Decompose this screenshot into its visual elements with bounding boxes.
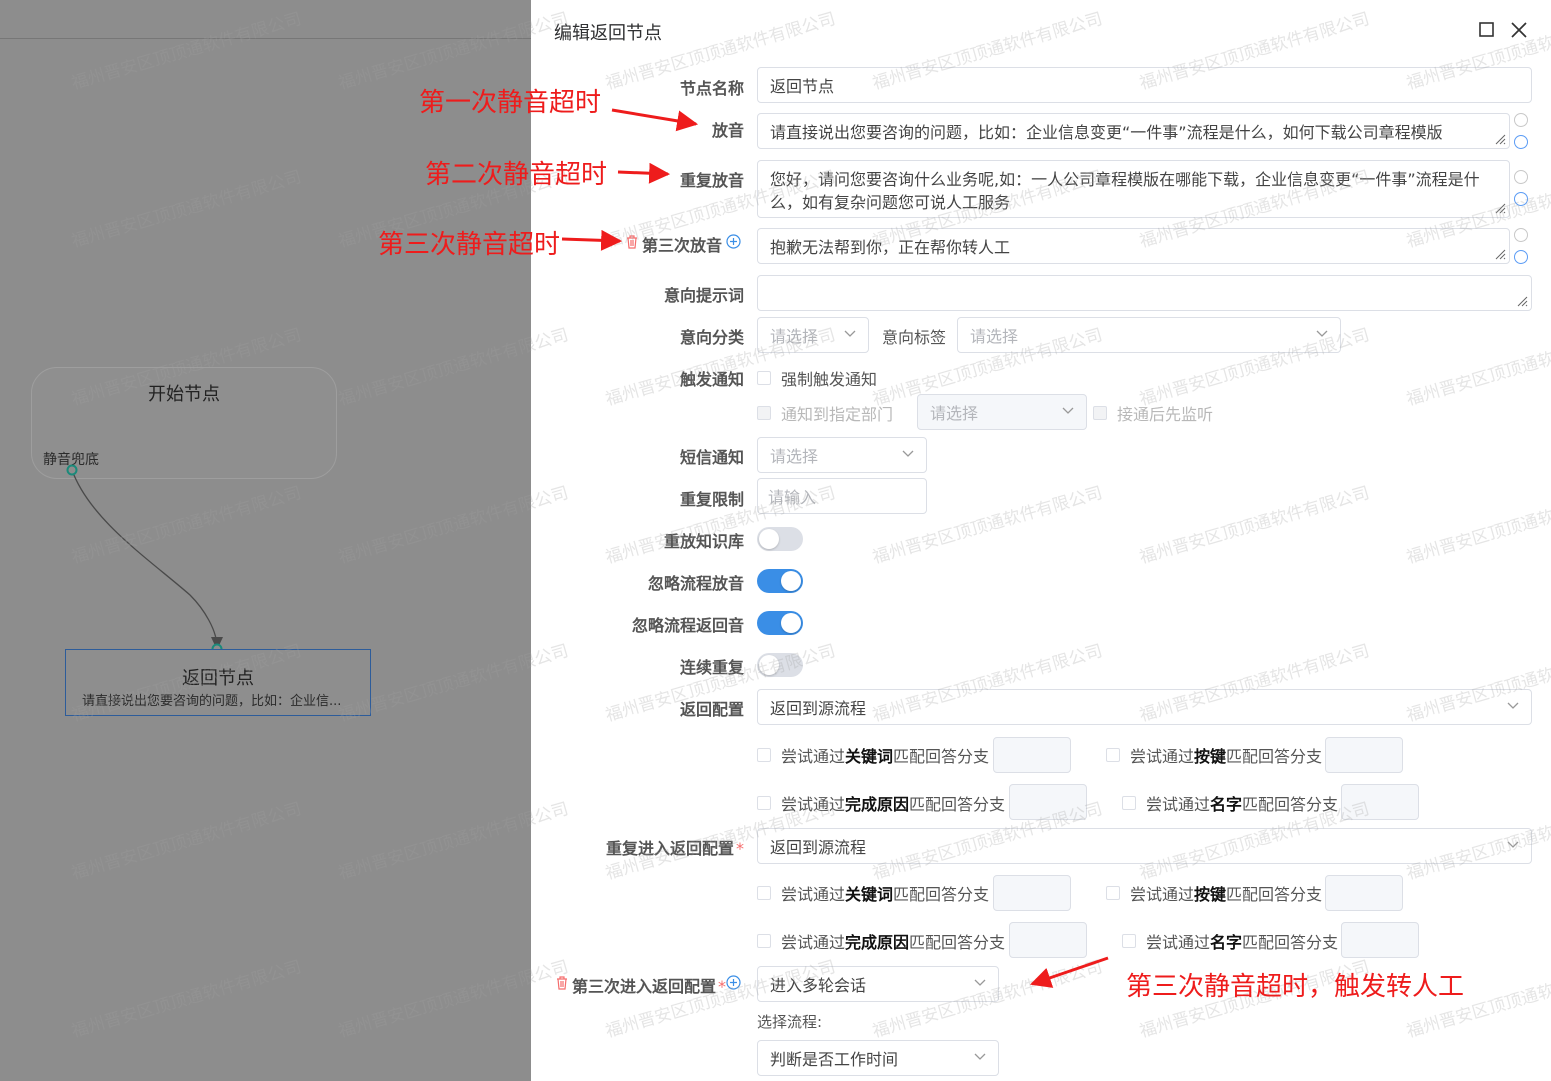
intent-prompt-label: 意向提示词 (663, 286, 744, 305)
play-audio-icon[interactable] (1514, 170, 1528, 184)
add-audio-icon[interactable] (1514, 192, 1528, 206)
delete-icon[interactable] (625, 234, 639, 249)
third-return-config-select[interactable]: 进入多轮会话 (757, 966, 999, 1002)
choose-flow-select[interactable]: 判断是否工作时间 (757, 1040, 999, 1076)
node-name-input[interactable]: 返回节点 (757, 67, 1532, 103)
chevron-down-icon (1316, 330, 1328, 337)
continuous-repeat-switch[interactable] (757, 653, 803, 677)
intent-category-label: 意向分类 (679, 328, 744, 347)
key-branch-input[interactable] (1325, 875, 1403, 911)
annotation-second-timeout: 第二次静音超时 (425, 160, 608, 190)
replay-textarea[interactable]: 您好，请问您要咨询什么业务呢,如：一人公司章程模版在哪能下载，企业信息变更“一件… (757, 160, 1510, 218)
match-name-checkbox[interactable]: 尝试通过 名字 匹配回答分支 (1122, 929, 1338, 953)
ignore-flow-play-label: 忽略流程放音 (647, 574, 744, 593)
play-audio-icon[interactable] (1514, 228, 1528, 242)
ignore-flow-return-label: 忽略流程返回音 (631, 616, 744, 635)
repeat-return-config-select[interactable]: 返回到源流程 (757, 828, 1532, 864)
start-port-handle (66, 464, 78, 476)
delete-icon[interactable] (555, 975, 569, 990)
close-icon[interactable] (1509, 20, 1529, 40)
keyword-branch-input[interactable] (993, 737, 1071, 773)
ignore-flow-play-switch[interactable] (757, 569, 803, 593)
match-reason-checkbox[interactable]: 尝试通过 完成原因 匹配回答分支 (757, 791, 1005, 815)
match-keyword-checkbox[interactable]: 尝试通过 关键词 匹配回答分支 (757, 881, 989, 905)
repeat-limit-label: 重复限制 (679, 490, 744, 509)
dialog-title: 编辑返回节点 (554, 23, 662, 44)
add-audio-icon[interactable] (1514, 135, 1528, 149)
match-name-checkbox[interactable]: 尝试通过 名字 匹配回答分支 (1122, 791, 1338, 815)
notify-dept-checkbox[interactable]: 通知到指定部门 (757, 401, 893, 425)
resize-grip-icon[interactable] (1516, 295, 1528, 307)
resize-grip-icon[interactable] (1494, 202, 1506, 214)
match-keyword-checkbox[interactable]: 尝试通过 关键词 匹配回答分支 (757, 743, 989, 767)
third-return-config-label: 第三次进入返回配置 * (572, 977, 727, 996)
replay-label: 重复放音 (679, 171, 744, 190)
replay-kb-switch[interactable] (757, 527, 803, 551)
third-play-textarea[interactable]: 抱歉无法帮到你，正在帮你转人工 (757, 228, 1510, 264)
choose-flow-label: 选择流程: (757, 1013, 823, 1031)
monitor-first-checkbox[interactable]: 接通后先监听 (1093, 401, 1213, 425)
chevron-down-icon (844, 330, 856, 337)
replay-kb-label: 重放知识库 (663, 532, 744, 551)
reason-branch-input[interactable] (1009, 784, 1087, 820)
notify-dept-select[interactable]: 请选择 (917, 394, 1087, 430)
chevron-down-icon (1507, 841, 1519, 848)
maximize-icon[interactable] (1477, 20, 1497, 40)
intent-tag-select[interactable]: 请选择 (957, 317, 1341, 353)
resize-grip-icon[interactable] (1494, 133, 1506, 145)
chevron-down-icon (974, 1053, 986, 1060)
annotation-third-transfer: 第三次静音超时，触发转人工 (1126, 972, 1465, 1002)
continuous-repeat-label: 连续重复 (679, 658, 744, 677)
match-key-checkbox[interactable]: 尝试通过 按键 匹配回答分支 (1106, 743, 1322, 767)
intent-category-select[interactable]: 请选择 (757, 317, 869, 353)
chevron-down-icon (902, 450, 914, 457)
third-play-label: 第三次放音 (642, 236, 723, 255)
name-branch-input[interactable] (1341, 784, 1419, 820)
edit-return-node-dialog: 编辑返回节点 节点名称 返回节点 放音 请直接说出您要咨询的问题，比如：企业信息… (531, 0, 1551, 1081)
chevron-down-icon (1062, 407, 1074, 414)
node-name-label: 节点名称 (679, 79, 744, 98)
return-node[interactable]: 返回节点 请直接说出您要咨询的问题，比如：企业信... (65, 649, 371, 716)
play-label: 放音 (711, 121, 744, 140)
name-branch-input[interactable] (1341, 922, 1419, 958)
add-circle-icon[interactable] (726, 975, 741, 990)
play-audio-icon[interactable] (1514, 113, 1528, 127)
intent-tag-label: 意向标签 (882, 328, 947, 347)
trigger-notify-label: 触发通知 (679, 370, 744, 389)
chevron-down-icon (1507, 702, 1519, 709)
repeat-return-config-label: 重复进入返回配置 * (605, 839, 744, 858)
annotation-first-timeout: 第一次静音超时 (419, 88, 602, 118)
annotation-third-timeout: 第三次静音超时 (378, 230, 561, 260)
key-branch-input[interactable] (1325, 737, 1403, 773)
return-node-title: 返回节点 (182, 668, 254, 689)
return-node-subtitle: 请直接说出您要咨询的问题，比如：企业信... (82, 694, 342, 709)
keyword-branch-input[interactable] (993, 875, 1071, 911)
resize-grip-icon[interactable] (1494, 248, 1506, 260)
sms-notify-select[interactable]: 请选择 (757, 437, 927, 473)
add-audio-icon[interactable] (1514, 250, 1528, 264)
match-reason-checkbox[interactable]: 尝试通过 完成原因 匹配回答分支 (757, 929, 1005, 953)
chevron-down-icon (974, 979, 986, 986)
sms-notify-label: 短信通知 (679, 448, 744, 467)
reason-branch-input[interactable] (1009, 922, 1087, 958)
return-config-select[interactable]: 返回到源流程 (757, 689, 1532, 725)
match-key-checkbox[interactable]: 尝试通过 按键 匹配回答分支 (1106, 881, 1322, 905)
intent-prompt-textarea[interactable] (757, 275, 1532, 311)
ignore-flow-return-switch[interactable] (757, 611, 803, 635)
return-config-label: 返回配置 (679, 700, 744, 719)
repeat-limit-input[interactable]: 请输入 (757, 478, 927, 514)
force-trigger-checkbox[interactable]: 强制触发通知 (757, 366, 877, 390)
play-textarea[interactable]: 请直接说出您要咨询的问题，比如：企业信息变更“一件事”流程是什么，如何下载公司章… (757, 113, 1510, 149)
add-circle-icon[interactable] (726, 234, 741, 249)
